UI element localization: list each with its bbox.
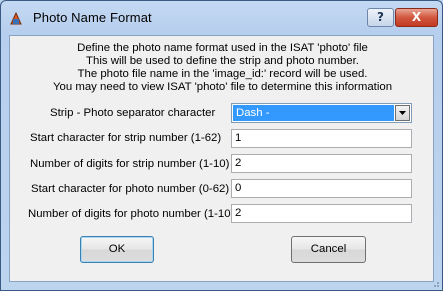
description-text: Define the photo name format used in the…: [10, 42, 435, 94]
description-line: This will be used to define the strip an…: [86, 55, 359, 67]
photo-start-input[interactable]: 0: [231, 179, 412, 198]
close-button[interactable]: X: [395, 8, 438, 27]
photo-start-label: Start character for photo number (0-62): [31, 183, 230, 195]
chevron-down-icon: [399, 111, 406, 115]
strip-start-input[interactable]: 1: [231, 129, 412, 148]
description-line: Define the photo name format used in the…: [77, 42, 368, 54]
close-icon: X: [411, 10, 422, 24]
separator-selected-value: Dash -: [233, 105, 394, 121]
help-button[interactable]: ?: [367, 8, 394, 27]
title-bar[interactable]: Photo Name Format ? X: [1, 1, 442, 35]
help-icon: ?: [377, 10, 384, 24]
photo-digits-label: Number of digits for photo number (1-10): [28, 208, 235, 220]
resize-grip-icon[interactable]: [430, 278, 440, 288]
ok-button[interactable]: OK: [80, 236, 154, 263]
separator-select[interactable]: Dash -: [231, 103, 412, 123]
cancel-button[interactable]: Cancel: [291, 236, 366, 263]
app-icon: [10, 11, 22, 25]
separator-label: Strip - Photo separator character: [50, 107, 216, 119]
dropdown-button[interactable]: [395, 105, 410, 121]
dialog-client-area: Define the photo name format used in the…: [9, 35, 434, 282]
strip-start-label: Start character for strip number (1-62): [30, 132, 222, 144]
window-title: Photo Name Format: [33, 10, 152, 25]
description-line: The photo file name in the 'image_id:' r…: [77, 68, 368, 80]
description-line: You may need to view ISAT 'photo' file t…: [52, 81, 393, 93]
dialog-window: Photo Name Format ? X Define the photo n…: [0, 0, 443, 291]
photo-digits-input[interactable]: 2: [231, 204, 412, 223]
strip-digits-input[interactable]: 2: [231, 154, 412, 173]
strip-digits-label: Number of digits for strip number (1-10): [30, 158, 230, 170]
